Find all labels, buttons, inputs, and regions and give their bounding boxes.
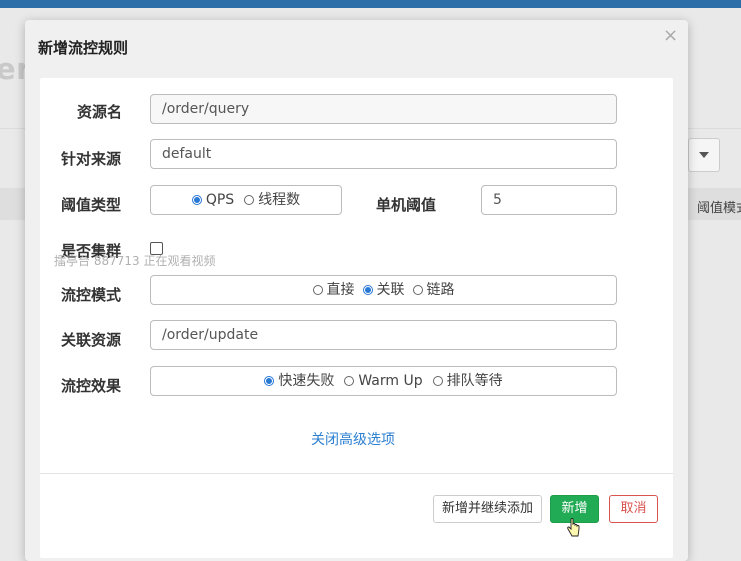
source-input[interactable]: default: [150, 139, 617, 169]
radio-selected-icon: [264, 376, 275, 386]
threshold-label: 单机阈值: [376, 196, 437, 214]
related-resource-input[interactable]: /order/update: [150, 320, 617, 350]
close-advanced-options-link[interactable]: 关闭高级选项: [311, 429, 395, 449]
radio-chain[interactable]: 链路: [412, 276, 455, 304]
source-label: 针对来源: [61, 150, 122, 168]
mode-label: 流控模式: [61, 286, 122, 304]
column-header-threshold-mode: 阈值模式: [697, 201, 741, 216]
radio-unselected-icon: [344, 376, 355, 386]
related-resource-label: 关联资源: [61, 331, 122, 349]
threshold-input[interactable]: 5: [481, 185, 617, 215]
radio-thread-count[interactable]: 线程数: [244, 186, 300, 214]
effect-label: 流控效果: [61, 377, 122, 395]
watermark-text: 擂亭台 887713 正在观看视频: [54, 254, 216, 268]
radio-selected-icon: [362, 285, 373, 295]
radio-related[interactable]: 关联: [362, 276, 405, 304]
add-and-continue-button[interactable]: 新增并继续添加: [433, 495, 542, 523]
radio-unselected-icon: [412, 285, 423, 295]
mode-group: 直接 关联 链路: [150, 275, 617, 305]
radio-direct[interactable]: 直接: [312, 276, 355, 304]
threshold-type-group: QPS 线程数: [150, 185, 342, 215]
app-top-bar: [0, 0, 741, 8]
radio-unselected-icon: [432, 376, 443, 386]
threshold-type-label: 阈值类型: [61, 196, 122, 214]
close-icon[interactable]: ×: [663, 25, 678, 46]
radio-qps[interactable]: QPS: [191, 186, 234, 214]
cancel-button[interactable]: 取消: [609, 495, 658, 523]
radio-fast-fail[interactable]: 快速失败: [264, 367, 334, 395]
radio-warm-up[interactable]: Warm Up: [344, 367, 423, 395]
footer-divider: [40, 473, 673, 474]
radio-unselected-icon: [312, 285, 323, 295]
resource-label: 资源名: [77, 103, 123, 121]
radio-selected-icon: [191, 195, 202, 205]
background-select: [688, 138, 720, 172]
dialog-title: 新增流控规则: [38, 39, 129, 57]
resource-field[interactable]: /order/query: [150, 94, 617, 124]
radio-queue[interactable]: 排队等待: [432, 367, 503, 395]
hand-cursor-icon: [567, 518, 580, 537]
effect-group: 快速失败 Warm Up 排队等待: [150, 366, 617, 396]
add-flow-rule-dialog: 新增流控规则 × 资源名 /order/query 针对来源 default 阈…: [25, 20, 688, 561]
radio-unselected-icon: [244, 195, 255, 205]
